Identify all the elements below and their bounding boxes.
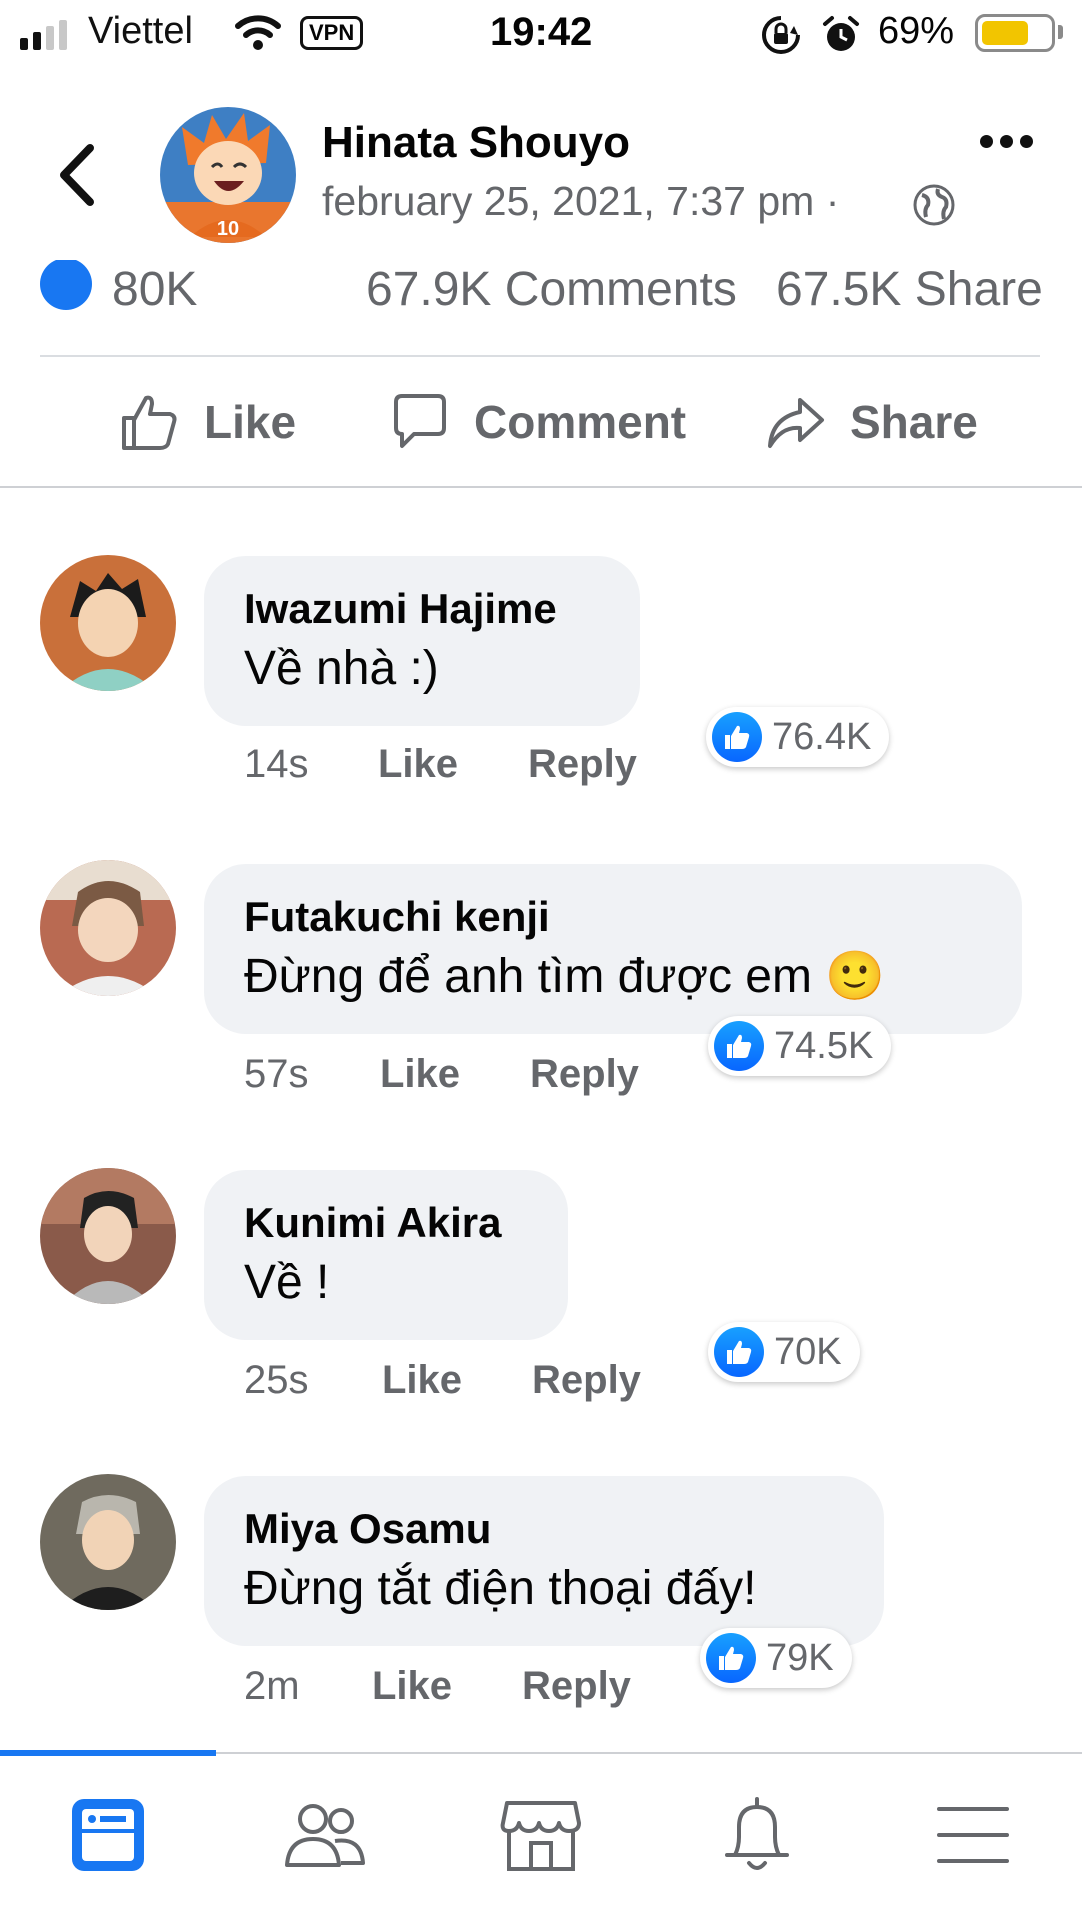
comment-text: Đừng để anh tìm được em 🙂 [244,950,886,1003]
like-badge-icon [712,712,762,762]
share-arrow-icon [768,398,824,448]
comment-like-link[interactable]: Like [380,1052,460,1097]
comment-bubble[interactable]: Futakuchi kenji Đừng để anh tìm được em … [204,864,1022,1034]
like-badge-icon [714,1327,764,1377]
battery-percent: 69% [878,10,955,52]
tab-notifications[interactable] [712,1790,802,1880]
comment-reaction-count: 70K [774,1330,842,1373]
notifications-icon [725,1797,789,1870]
like-badge-icon [714,1021,764,1071]
battery-icon [975,14,1055,52]
feed-icon [72,1799,144,1871]
comment-time: 25s [244,1358,309,1403]
comment-time-label: 14s [244,742,309,786]
comment-label: Comment [474,396,687,448]
comment-time: 2m [244,1664,300,1709]
status-bar: Viettel VPN 19:42 69% [0,0,1082,70]
like-badge-icon [706,1633,756,1683]
tab-marketplace[interactable] [496,1790,586,1880]
alarm-icon [820,14,862,61]
comment-avatar[interactable] [40,860,176,996]
more-dot [980,135,993,148]
battery-tip [1058,25,1063,39]
thumbs-up-icon [122,395,177,450]
like-reaction-icon [40,260,92,310]
signal-icon [20,18,67,50]
comment-like-link[interactable]: Like [378,742,458,787]
comment-time-label: 57s [244,1052,309,1096]
comment-avatar[interactable] [40,555,176,691]
marketplace-icon [500,1801,581,1871]
tab-friends[interactable] [280,1790,370,1880]
comment-reply-link[interactable]: Reply [528,742,637,787]
comment-bubble[interactable]: Iwazumi Hajime Về nhà :) [204,556,640,726]
back-button[interactable] [52,140,102,210]
comment-reaction-pill[interactable]: 79K [700,1628,852,1688]
post-author-name[interactable]: Hinata Shouyo [322,118,630,168]
rotation-lock-icon [760,14,802,61]
reaction-count[interactable]: 80K [112,262,197,310]
commenter-name[interactable]: Futakuchi kenji [244,890,982,944]
comment-reply-link[interactable]: Reply [532,1358,641,1403]
comment-count[interactable]: 67.9K Comments [366,262,737,310]
comment-avatar[interactable] [40,1474,176,1610]
comment-like-link[interactable]: Like [382,1358,462,1403]
more-dot [1020,135,1033,148]
more-dot [1000,135,1013,148]
svg-text:10: 10 [217,218,239,240]
comment-text: Đừng tắt điện thoại đấy! [244,1562,757,1615]
battery-level [982,21,1028,45]
chevron-left-icon [60,144,94,206]
commenter-name[interactable]: Iwazumi Hajime [244,582,600,636]
friends-icon [285,1804,365,1867]
wifi-icon [234,12,282,57]
comment-bubble[interactable]: Miya Osamu Đừng tắt điện thoại đấy! [204,1476,884,1646]
post-stats: 80K 67.9K Comments 67.5K Share [0,260,1082,310]
comment-reply-link[interactable]: Reply [522,1664,631,1709]
comment-icon [394,394,446,448]
comment-reaction-count: 76.4K [772,715,872,758]
comment-reaction-count: 79K [766,1636,834,1679]
divider [40,355,1040,357]
comment-time-label: 2m [244,1664,300,1708]
vpn-badge: VPN [300,16,364,50]
comment-time: 57s [244,1052,309,1097]
comment-time-label: 25s [244,1358,309,1402]
commenter-name[interactable]: Kunimi Akira [244,1196,528,1250]
globe-icon [912,183,956,232]
tab-menu[interactable] [928,1790,1018,1880]
comment-time: 14s [244,742,309,787]
clock: 19:42 [490,10,593,54]
comment-text: Về nhà :) [244,642,439,695]
comment-reaction-pill[interactable]: 70K [708,1322,860,1382]
comment-text: Về ! [244,1256,330,1309]
menu-icon [937,1807,1009,1863]
commenter-name[interactable]: Miya Osamu [244,1502,844,1556]
comment-like-link[interactable]: Like [372,1664,452,1709]
section-separator [0,486,1082,488]
like-label: Like [204,396,297,448]
poster-avatar[interactable]: 10 [160,107,296,243]
post-timestamp: february 25, 2021, 7:37 pm · [322,178,840,224]
comment-button[interactable]: Comment [388,390,686,454]
tab-feed[interactable] [63,1790,153,1880]
like-button[interactable]: Like [118,390,296,454]
share-count[interactable]: 67.5K Share [776,262,1043,310]
comment-reaction-pill[interactable]: 76.4K [706,707,890,767]
active-tab-indicator [0,1750,216,1756]
comment-reaction-count: 74.5K [774,1024,874,1067]
carrier-name: Viettel [88,10,193,52]
share-label: Share [850,396,978,448]
comment-avatar[interactable] [40,1168,176,1304]
comment-reaction-pill[interactable]: 74.5K [708,1016,892,1076]
comment-reply-link[interactable]: Reply [530,1052,639,1097]
comment-bubble[interactable]: Kunimi Akira Về ! [204,1170,568,1340]
share-button[interactable]: Share [764,390,978,454]
more-options-button[interactable] [980,135,1033,148]
